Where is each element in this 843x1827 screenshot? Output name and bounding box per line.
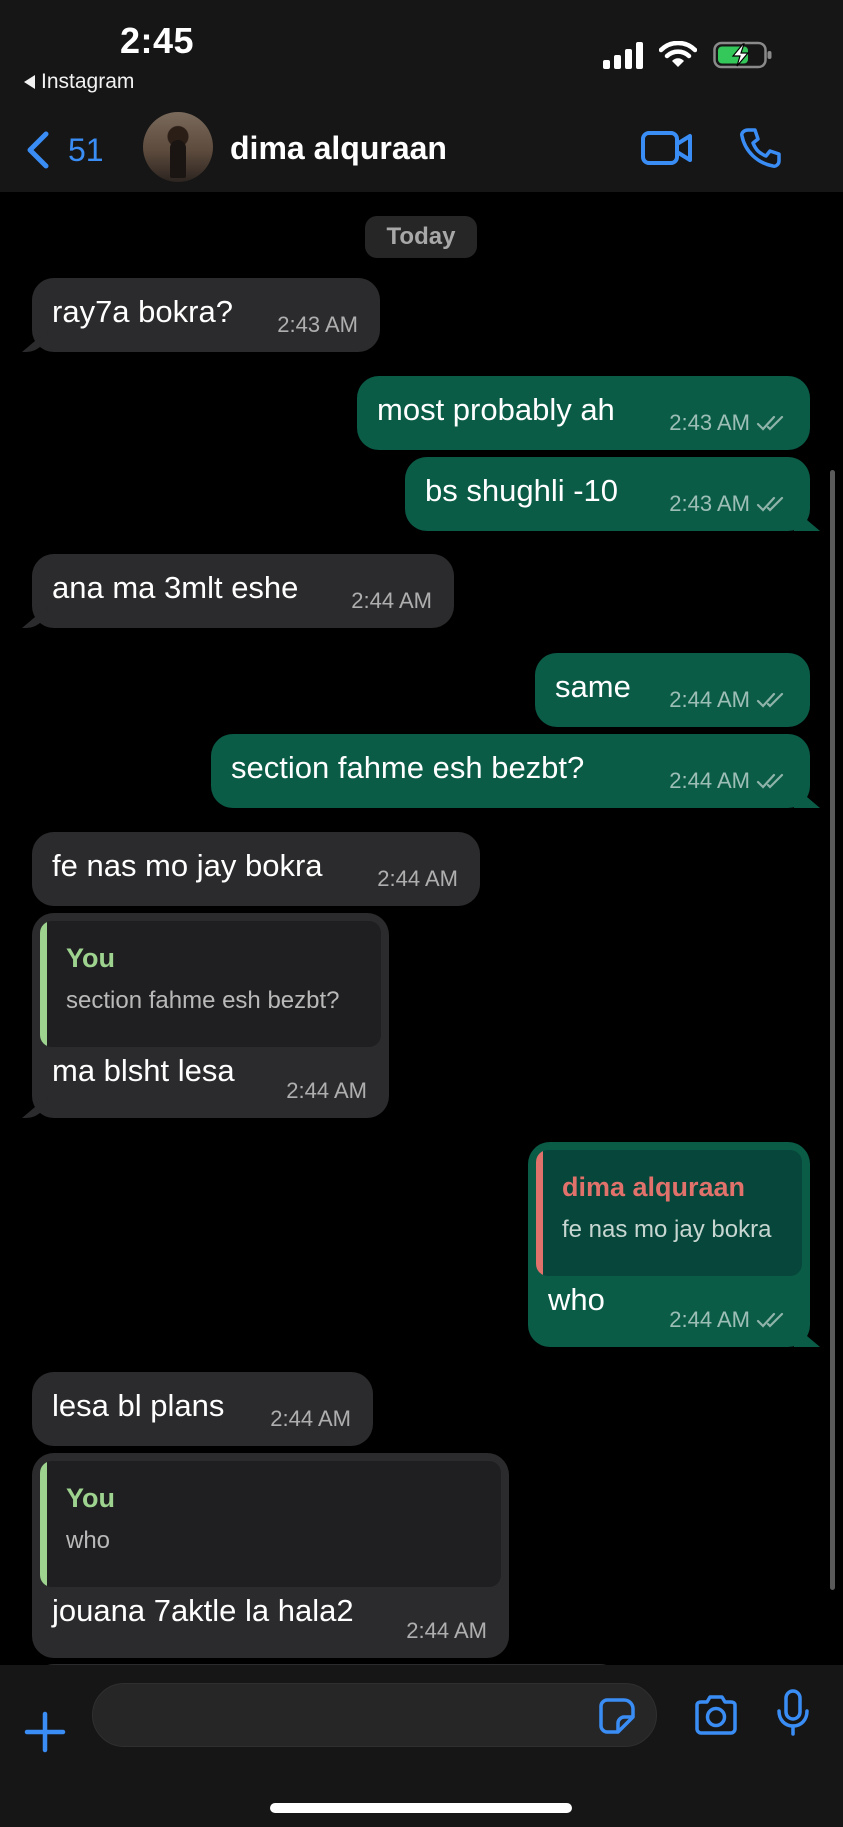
- message-time: 2:44 AM: [669, 1307, 750, 1332]
- status-bar: 2:45 Instagram: [0, 0, 843, 110]
- back-to-app-link[interactable]: Instagram: [24, 70, 134, 94]
- quoted-sender: You: [66, 943, 115, 973]
- message-input[interactable]: [92, 1683, 657, 1747]
- message-time: 2:44 AM: [406, 1618, 487, 1643]
- home-indicator: [270, 1803, 572, 1813]
- quoted-message[interactable]: dima alquraan fe nas mo jay bokra: [536, 1150, 802, 1276]
- message-time: 2:44 AM: [377, 866, 458, 891]
- message-outgoing[interactable]: bs shughli -10 2:43 AM: [405, 457, 810, 531]
- contact-avatar[interactable]: [143, 112, 213, 182]
- battery-charging-icon: [713, 41, 772, 69]
- read-receipt-icon: [756, 773, 784, 789]
- microphone-icon[interactable]: [776, 1689, 810, 1737]
- message-text: same: [555, 669, 631, 704]
- camera-icon[interactable]: [693, 1695, 739, 1735]
- quoted-message[interactable]: You who: [40, 1461, 501, 1587]
- date-divider: Today: [365, 216, 477, 258]
- cellular-signal-icon: [603, 41, 643, 69]
- message-incoming[interactable]: fe nas mo jay bokra 2:44 AM: [32, 832, 480, 906]
- message-text: ma blsht lesa: [52, 1053, 235, 1088]
- quoted-text: who: [66, 1527, 111, 1554]
- back-app-label: Instagram: [41, 70, 135, 93]
- message-text: most probably ah: [377, 392, 615, 427]
- message-time: 2:44 AM: [286, 1078, 367, 1103]
- back-triangle-icon: [24, 75, 35, 89]
- message-text: ray7a bokra?: [52, 294, 233, 329]
- message-time: 2:43 AM: [277, 312, 358, 337]
- read-receipt-icon: [756, 1312, 784, 1328]
- message-time: 2:43 AM: [669, 491, 750, 516]
- sticker-icon[interactable]: [598, 1697, 636, 1735]
- message-outgoing-reply[interactable]: dima alquraan fe nas mo jay bokra who 2:…: [528, 1142, 810, 1347]
- voice-call-icon[interactable]: [738, 126, 782, 170]
- read-receipt-icon: [756, 692, 784, 708]
- back-chevron-icon[interactable]: [22, 128, 52, 172]
- quoted-text: fe nas mo jay bokra: [562, 1216, 772, 1243]
- contact-name[interactable]: dima alquraan: [230, 130, 447, 167]
- read-receipt-icon: [756, 415, 784, 431]
- message-outgoing[interactable]: section fahme esh bezbt? 2:44 AM: [211, 734, 810, 808]
- wifi-icon: [659, 41, 697, 67]
- message-text: bs shughli -10: [425, 473, 619, 508]
- read-receipt-icon: [756, 496, 784, 512]
- message-time: 2:43 AM: [669, 410, 750, 435]
- unread-count[interactable]: 51: [68, 132, 104, 169]
- message-text: jouana 7aktle la hala2: [52, 1593, 354, 1628]
- message-text: lesa bl plans: [52, 1388, 225, 1423]
- message-incoming[interactable]: ray7a bokra? 2:43 AM: [32, 278, 380, 352]
- message-time: 2:44 AM: [669, 768, 750, 793]
- quoted-message[interactable]: You section fahme esh bezbt?: [40, 921, 381, 1047]
- message-text: fe nas mo jay bokra: [52, 848, 323, 883]
- message-incoming[interactable]: ana ma 3mlt eshe 2:44 AM: [32, 554, 454, 628]
- message-time: 2:44 AM: [270, 1406, 351, 1431]
- quoted-text: section fahme esh bezbt?: [66, 987, 340, 1014]
- attach-plus-icon[interactable]: [24, 1711, 66, 1753]
- message-list[interactable]: Today ray7a bokra? 2:43 AM most probably…: [0, 192, 843, 1665]
- chat-header: 51 dima alquraan: [0, 110, 843, 192]
- message-incoming[interactable]: lesa bl plans 2:44 AM: [32, 1372, 373, 1446]
- message-text: ana ma 3mlt eshe: [52, 570, 299, 605]
- composer-bar: [0, 1665, 843, 1827]
- message-incoming-reply[interactable]: You who jouana 7aktle la hala2 2:44 AM: [32, 1453, 509, 1658]
- message-time: 2:44 AM: [669, 687, 750, 712]
- status-time: 2:45: [120, 20, 195, 61]
- message-text: who: [548, 1282, 605, 1317]
- message-outgoing[interactable]: most probably ah 2:43 AM: [357, 376, 810, 450]
- system-icons: [603, 40, 773, 70]
- video-call-icon[interactable]: [640, 128, 694, 168]
- message-outgoing[interactable]: same 2:44 AM: [535, 653, 810, 727]
- scrollbar[interactable]: [830, 470, 835, 1590]
- message-time: 2:44 AM: [351, 588, 432, 613]
- message-incoming-reply[interactable]: You section fahme esh bezbt? ma blsht le…: [32, 913, 389, 1118]
- quoted-sender: You: [66, 1483, 115, 1513]
- message-text: section fahme esh bezbt?: [231, 750, 585, 785]
- quoted-sender: dima alquraan: [562, 1172, 746, 1202]
